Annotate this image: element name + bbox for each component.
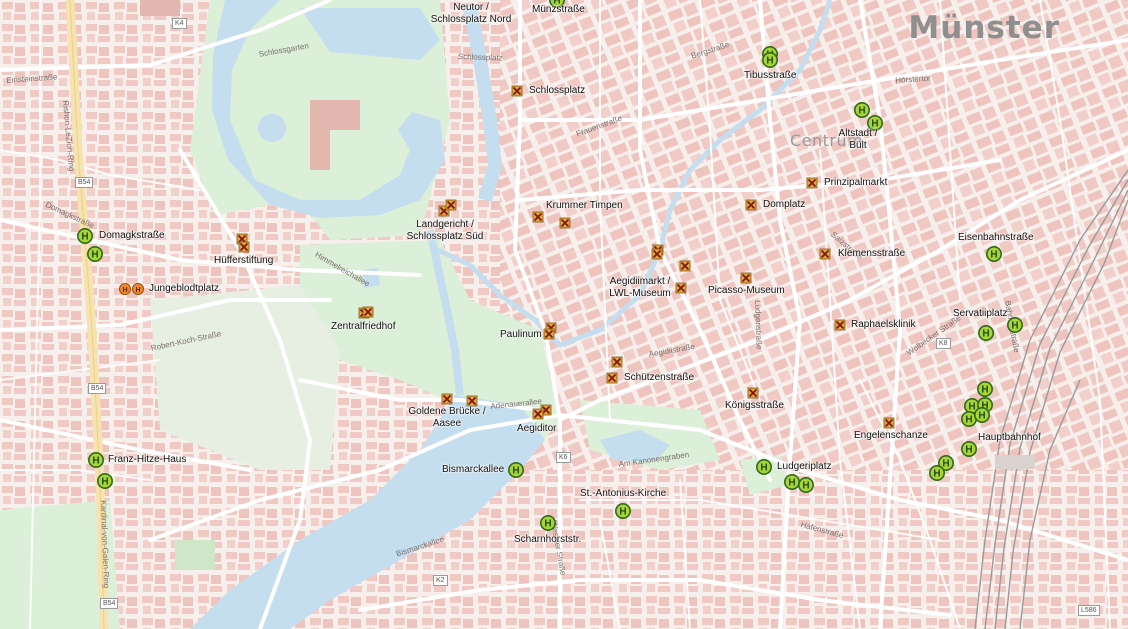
closed-stop-x-icon[interactable] (611, 356, 623, 368)
stop-label-eisenbahnstrasse[interactable]: Eisenbahnstraße (958, 232, 1034, 244)
stop-label-aegiditor[interactable]: Aegiditor (517, 423, 556, 435)
stop-label-picasso[interactable]: Picasso-Museum (708, 285, 785, 297)
stop-label-franz-hitze[interactable]: Franz-Hitze-Haus (108, 454, 186, 466)
stop-label-st-antonius[interactable]: St.-Antonius-Kirche (580, 488, 666, 500)
bus-stop-H-icon[interactable] (507, 461, 525, 479)
closed-stop-x-icon[interactable] (834, 319, 846, 331)
stop-label-tibusstrasse[interactable]: Tibusstraße (744, 70, 796, 82)
map[interactable]: Münster Centrum Einsteinstraße Domagkstr… (0, 0, 1128, 629)
temporary-stop-H-icon[interactable] (119, 283, 131, 295)
stop-label-landgericht[interactable]: Landgericht / Schlossplatz Süd (395, 219, 495, 243)
closed-stop-x-icon[interactable] (543, 328, 555, 340)
closed-stop-x-icon[interactable] (511, 85, 523, 97)
closed-stop-x-icon[interactable] (606, 372, 618, 384)
stop-label-klemensstrasse[interactable]: Klemensstraße (838, 248, 905, 260)
closed-stop-x-icon[interactable] (238, 241, 250, 253)
bus-stop-H-icon[interactable] (977, 324, 995, 342)
stop-label-ludgeriplatz[interactable]: Ludgeriplatz (777, 461, 831, 473)
stop-label-altstadt[interactable]: Altstadt / Bült (831, 128, 885, 152)
bus-stop-H-icon[interactable] (87, 246, 103, 263)
closed-stop-x-icon[interactable] (806, 177, 818, 189)
bus-stop-H-icon[interactable] (77, 228, 93, 244)
closed-stop-x-icon[interactable] (675, 282, 687, 294)
closed-stop-x-icon[interactable] (445, 199, 457, 211)
closed-stop-x-icon[interactable] (819, 248, 831, 260)
bus-stop-H-icon[interactable] (761, 51, 779, 68)
closed-stop-x-icon[interactable] (740, 272, 752, 284)
closed-stop-x-icon[interactable] (651, 248, 663, 260)
stop-label-huefferstiftung[interactable]: Hüfferstiftung (214, 255, 273, 267)
closed-stop-x-icon[interactable] (679, 260, 691, 272)
closed-stop-x-icon[interactable] (362, 306, 374, 318)
closed-stop-x-icon[interactable] (532, 408, 544, 420)
stop-label-scharnhorststr[interactable]: Scharnhorststr. (514, 534, 581, 546)
bus-stop-H-icon[interactable] (976, 380, 994, 398)
bus-stop-H-icon[interactable] (614, 502, 632, 520)
stop-label-aegidiimarkt[interactable]: Aegidiimarkt / LWL-Museum (605, 276, 675, 300)
stop-label-krummer-timpen[interactable]: Krummer Timpen (546, 200, 623, 212)
stop-label-muenzstrasse[interactable]: Münzstraße (532, 4, 585, 16)
closed-stop-x-icon[interactable] (532, 211, 544, 223)
temporary-stop-H-icon[interactable] (132, 283, 144, 295)
bus-stop-H-icon[interactable] (755, 458, 773, 476)
stop-label-domagkstrasse[interactable]: Domagkstraße (99, 230, 165, 242)
stop-label-jungeblodtplatz[interactable]: Jungeblodtplatz (149, 283, 219, 295)
closed-stop-x-icon[interactable] (883, 417, 895, 429)
stop-label-prinzipalmarkt[interactable]: Prinzipalmarkt (824, 177, 887, 189)
bus-stop-H-icon[interactable] (539, 514, 557, 532)
bus-stop-H-icon[interactable] (960, 440, 978, 458)
closed-stop-x-icon[interactable] (441, 393, 453, 405)
stop-label-raphaelsklinik[interactable]: Raphaelsklinik (851, 319, 915, 331)
bus-stop-H-icon[interactable] (797, 476, 815, 494)
closed-stop-x-icon[interactable] (559, 217, 571, 229)
stop-label-neutor[interactable]: Neutor / Schlossplatz Nord (425, 2, 517, 26)
closed-stop-x-icon[interactable] (745, 199, 757, 211)
stop-label-zentralfriedhof[interactable]: Zentralfriedhof (331, 321, 395, 333)
stop-label-servatiiplatz[interactable]: Servatiiplatz (953, 308, 1007, 320)
stop-label-goldene-bruecke[interactable]: Goldene Brücke / Aasee (405, 406, 489, 430)
bus-stop-H-icon[interactable] (853, 102, 871, 118)
stop-label-koenigsstrasse[interactable]: Königsstraße (725, 400, 784, 412)
bus-stop-H-icon[interactable] (1006, 316, 1024, 334)
closed-stop-x-icon[interactable] (466, 395, 478, 407)
bus-stop-H-icon[interactable] (97, 472, 113, 490)
stop-label-schuetzenstrasse[interactable]: Schützenstraße (624, 372, 694, 384)
stop-label-domplatz[interactable]: Domplatz (763, 199, 805, 211)
stop-label-bismarckallee[interactable]: Bismarckallee (442, 464, 504, 476)
closed-stop-x-icon[interactable] (747, 387, 759, 399)
stop-label-hauptbahnhof[interactable]: Hauptbahnhof (978, 432, 1041, 444)
bus-stop-H-icon[interactable] (928, 464, 946, 482)
stop-label-schlossplatz[interactable]: Schlossplatz (529, 85, 585, 97)
bus-stop-H-icon[interactable] (973, 406, 991, 424)
stop-label-paulinum[interactable]: Paulinum (500, 329, 542, 341)
bus-stop-H-icon[interactable] (960, 410, 978, 428)
bus-stop-H-icon[interactable] (783, 473, 801, 491)
stop-label-engelenschanze[interactable]: Engelenschanze (854, 430, 928, 442)
bus-stop-H-icon[interactable] (985, 246, 1003, 263)
bus-stop-H-icon[interactable] (88, 451, 104, 469)
